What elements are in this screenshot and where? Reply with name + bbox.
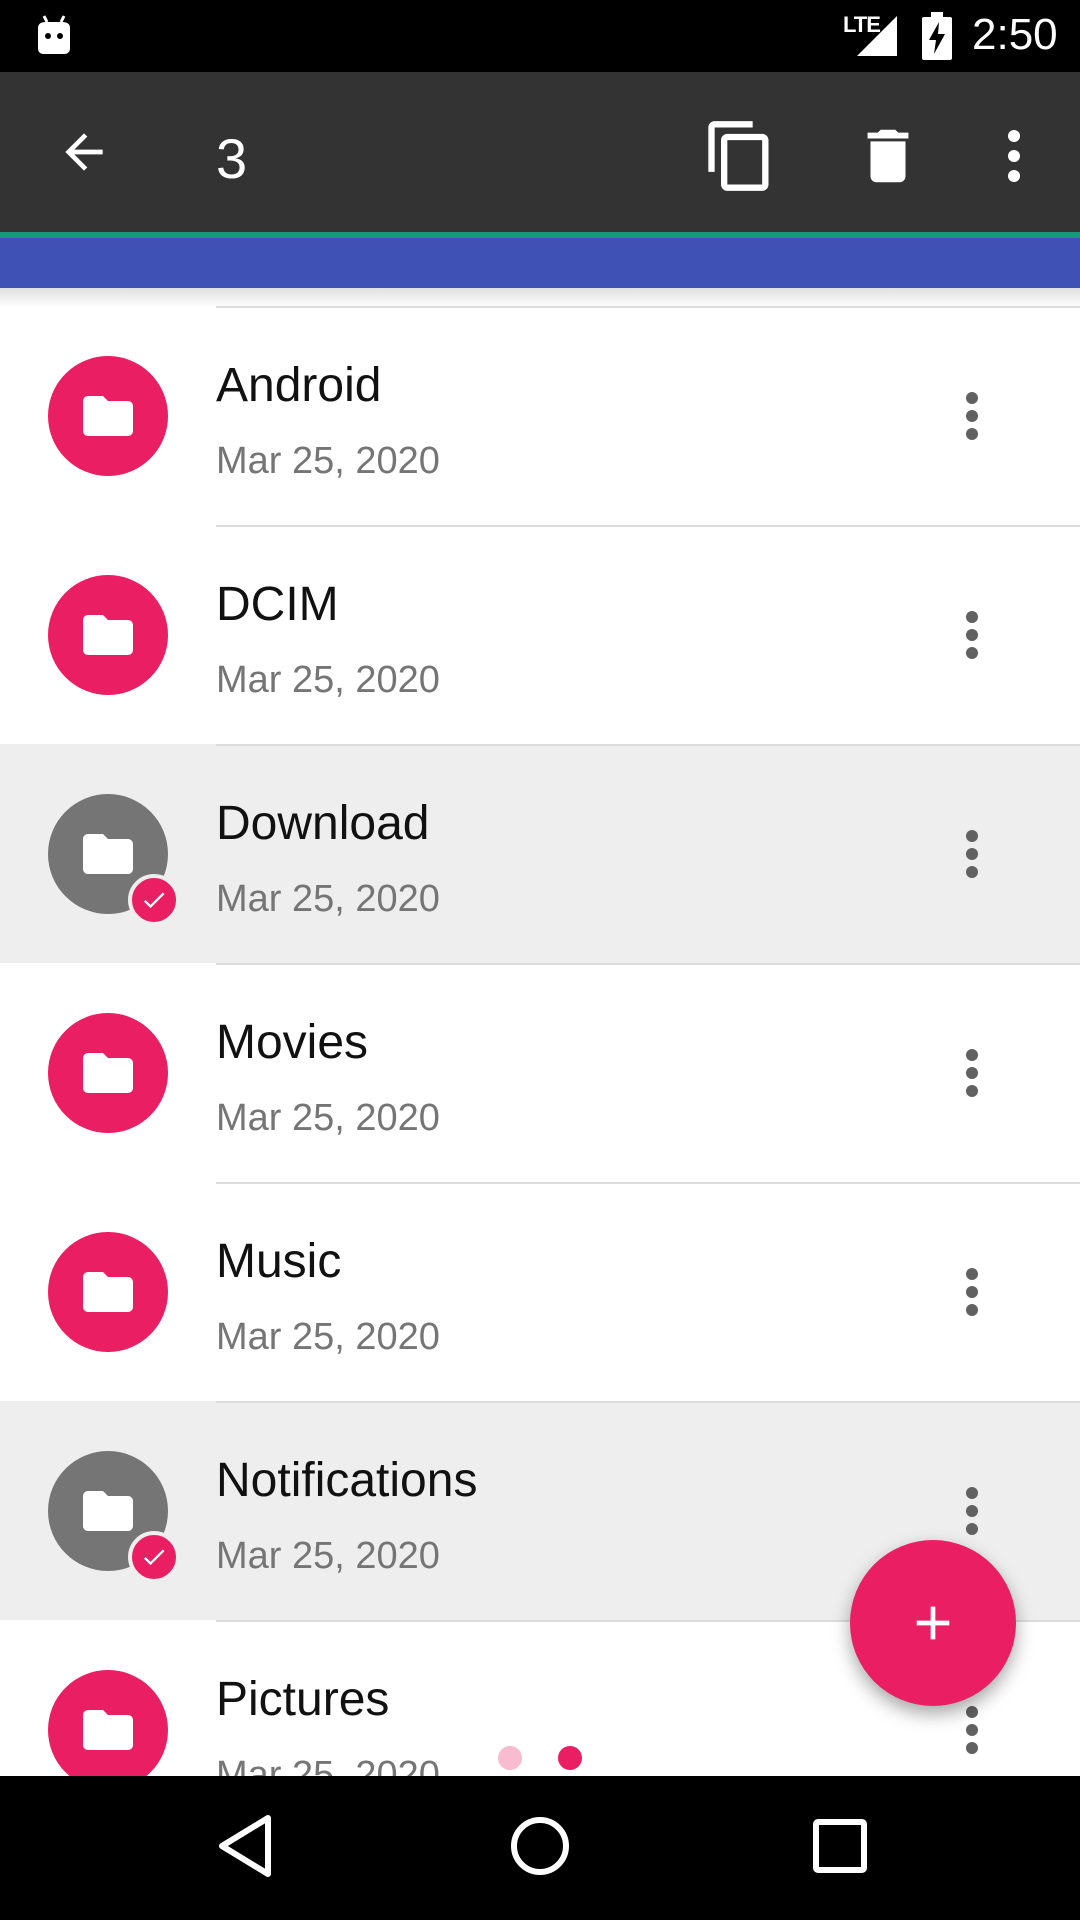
more-vert-icon bbox=[966, 1706, 978, 1754]
file-name: Android bbox=[216, 359, 382, 412]
divider bbox=[216, 525, 1080, 527]
list-item-selected[interactable]: Download Mar 25, 2020 bbox=[0, 744, 1080, 963]
list-item[interactable]: Movies Mar 25, 2020 bbox=[0, 963, 1080, 1182]
more-vert-icon bbox=[966, 830, 978, 878]
divider bbox=[216, 963, 1080, 965]
item-more-button[interactable] bbox=[944, 1252, 1000, 1332]
tab-strip bbox=[0, 238, 1080, 288]
more-vert-icon bbox=[966, 1268, 978, 1316]
toolbar-shadow bbox=[0, 288, 1080, 308]
file-name: Download bbox=[216, 797, 430, 850]
system-nav-bar bbox=[0, 1776, 1080, 1920]
folder-icon bbox=[83, 1272, 133, 1312]
file-name: Pictures bbox=[216, 1673, 390, 1726]
folder-icon bbox=[83, 396, 133, 436]
folder-avatar[interactable] bbox=[48, 575, 168, 695]
copy-icon bbox=[708, 121, 769, 191]
delete-icon bbox=[867, 129, 909, 183]
check-icon bbox=[143, 892, 165, 909]
file-date: Mar 25, 2020 bbox=[216, 878, 440, 920]
copy-button[interactable] bbox=[700, 116, 780, 196]
item-more-button[interactable] bbox=[944, 814, 1000, 894]
selected-check-badge bbox=[128, 874, 180, 926]
item-more-button[interactable] bbox=[944, 376, 1000, 456]
screen: LTE 2:50 3 Android Mar 25, 2020 DCIM Mar… bbox=[0, 0, 1080, 1920]
folder-avatar[interactable] bbox=[48, 1670, 168, 1776]
selected-check-badge bbox=[128, 1531, 180, 1583]
more-vert-icon bbox=[1008, 130, 1020, 182]
more-vert-icon bbox=[966, 1487, 978, 1535]
folder-avatar[interactable] bbox=[48, 1232, 168, 1352]
file-date: Mar 25, 2020 bbox=[216, 1754, 440, 1776]
divider bbox=[216, 1182, 1080, 1184]
back-button[interactable] bbox=[46, 114, 122, 190]
check-icon bbox=[143, 1549, 165, 1566]
page-indicator-dot bbox=[498, 1746, 522, 1770]
nav-back-icon[interactable] bbox=[206, 1806, 286, 1886]
divider bbox=[216, 744, 1080, 746]
more-vert-icon bbox=[966, 392, 978, 440]
file-date: Mar 25, 2020 bbox=[216, 659, 440, 701]
divider bbox=[216, 1401, 1080, 1403]
file-date: Mar 25, 2020 bbox=[216, 1316, 440, 1358]
add-fab-button[interactable] bbox=[850, 1540, 1016, 1706]
selection-action-bar: 3 bbox=[0, 72, 1080, 232]
item-more-button[interactable] bbox=[944, 595, 1000, 675]
file-name: Music bbox=[216, 1235, 342, 1288]
status-bar: LTE 2:50 bbox=[0, 0, 1080, 72]
file-date: Mar 25, 2020 bbox=[216, 1535, 440, 1577]
status-time: 2:50 bbox=[972, 10, 1058, 59]
folder-icon bbox=[83, 1710, 133, 1750]
nav-home-icon[interactable] bbox=[500, 1806, 580, 1886]
nav-recents-icon[interactable] bbox=[800, 1806, 880, 1886]
folder-icon bbox=[83, 615, 133, 655]
folder-avatar[interactable] bbox=[48, 1013, 168, 1133]
back-arrow-icon bbox=[65, 133, 103, 171]
file-date: Mar 25, 2020 bbox=[216, 440, 440, 482]
delete-button[interactable] bbox=[848, 116, 928, 196]
folder-avatar[interactable] bbox=[48, 356, 168, 476]
divider bbox=[216, 306, 1080, 308]
file-name: DCIM bbox=[216, 578, 339, 631]
item-more-button[interactable] bbox=[944, 1471, 1000, 1551]
android-icon bbox=[38, 15, 70, 54]
plus-icon bbox=[916, 1606, 950, 1640]
folder-icon bbox=[83, 1053, 133, 1093]
file-date: Mar 25, 2020 bbox=[216, 1097, 440, 1139]
signal-icon bbox=[857, 16, 897, 56]
file-name: Notifications bbox=[216, 1454, 478, 1507]
more-options-button[interactable] bbox=[986, 116, 1042, 196]
item-more-button[interactable] bbox=[944, 1033, 1000, 1113]
folder-icon bbox=[83, 834, 133, 874]
page-indicator-dot-active bbox=[558, 1746, 582, 1770]
list-item[interactable]: Android Mar 25, 2020 bbox=[0, 306, 1080, 525]
more-vert-icon bbox=[966, 611, 978, 659]
list-item[interactable]: DCIM Mar 25, 2020 bbox=[0, 525, 1080, 744]
list-item[interactable]: Music Mar 25, 2020 bbox=[0, 1182, 1080, 1401]
battery-charging-icon bbox=[922, 12, 952, 60]
file-name: Movies bbox=[216, 1016, 369, 1069]
selected-count: 3 bbox=[216, 127, 248, 190]
folder-icon bbox=[83, 1491, 133, 1531]
more-vert-icon bbox=[966, 1049, 978, 1097]
